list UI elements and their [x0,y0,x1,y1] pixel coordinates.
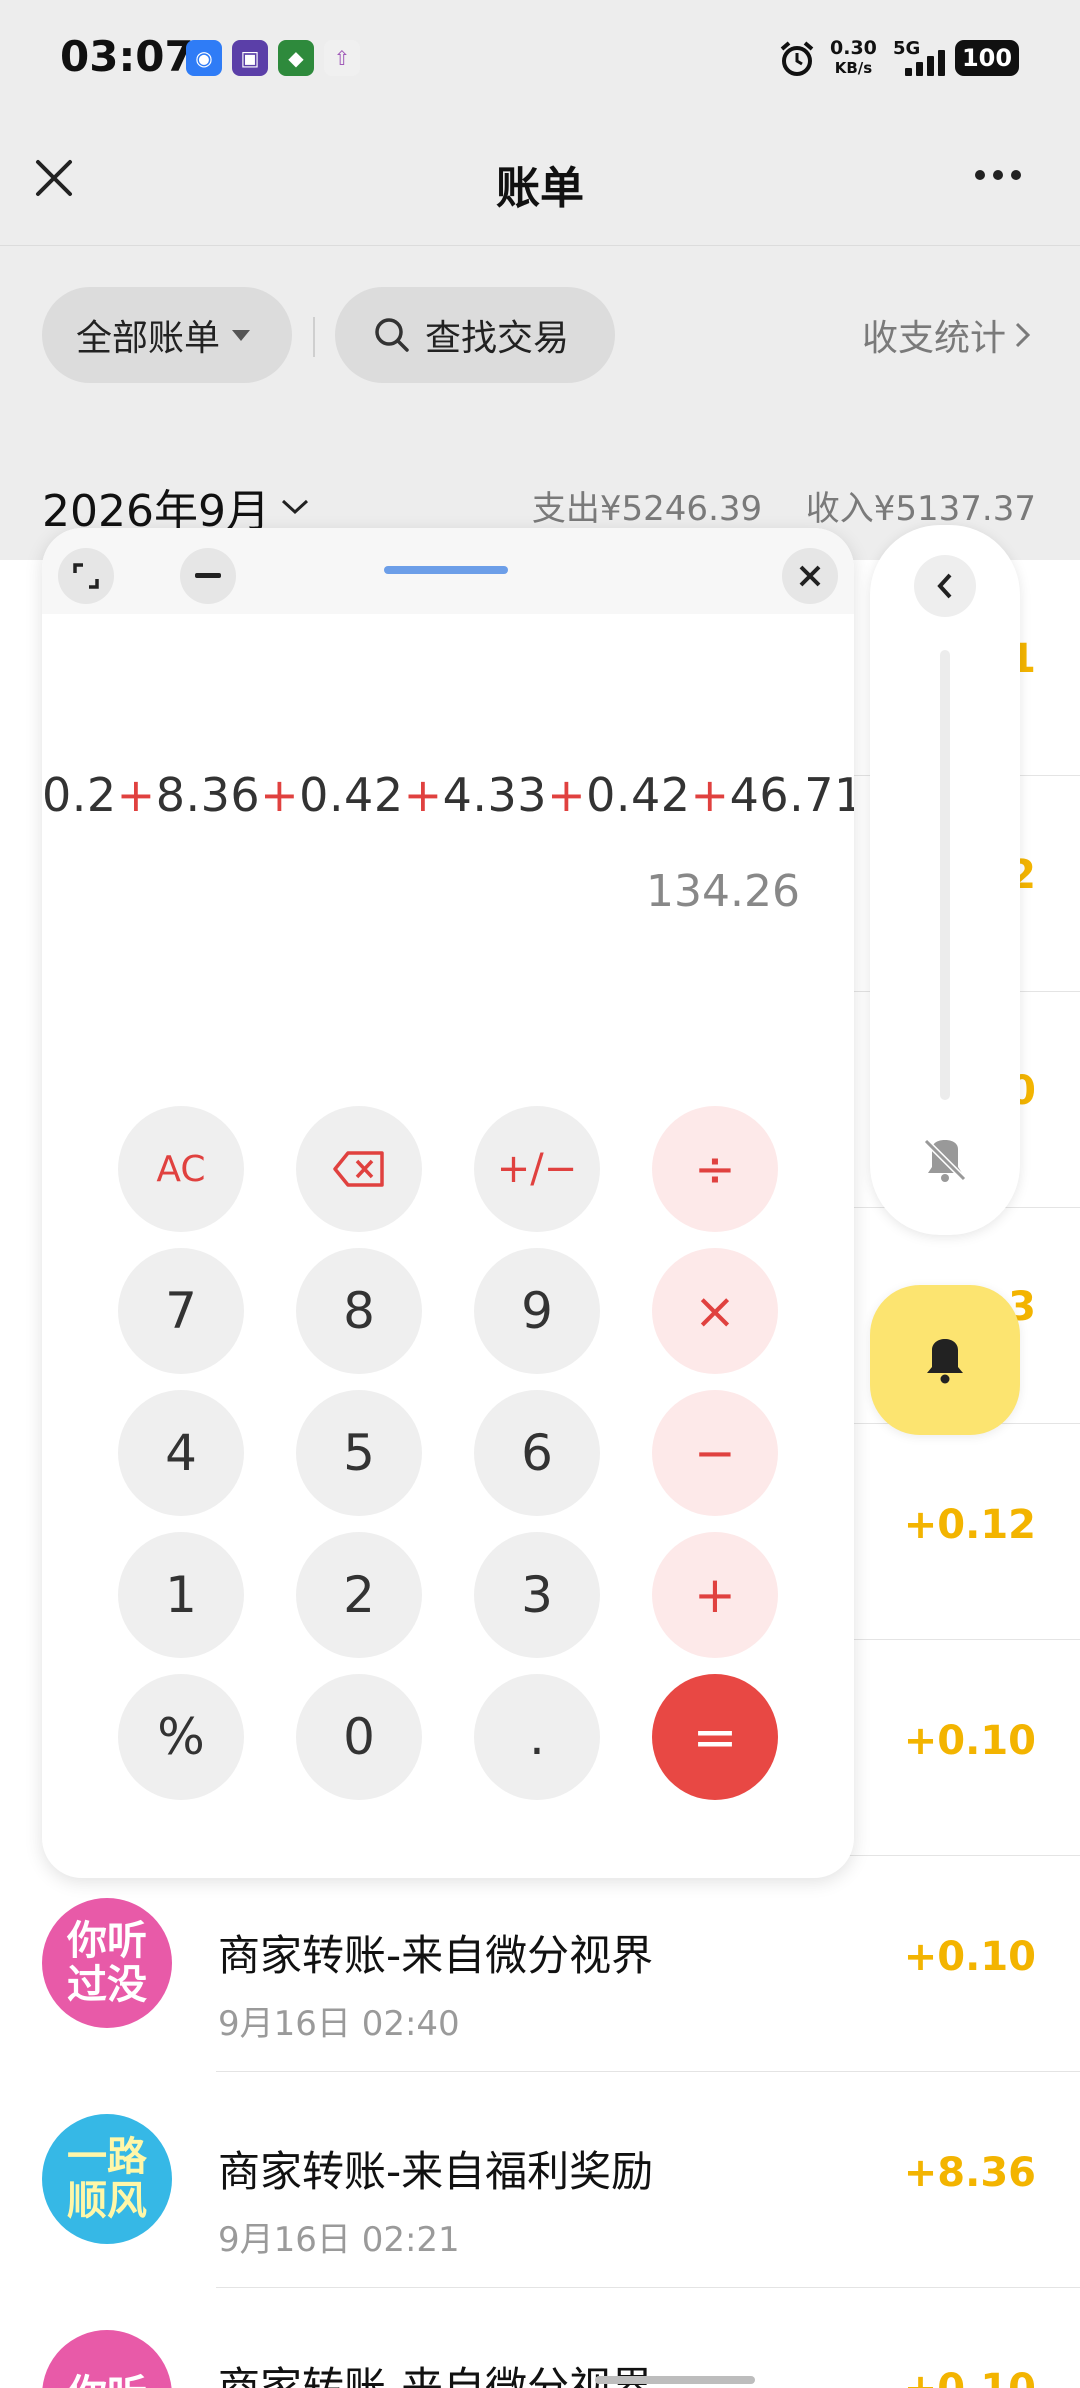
sign-toggle-button[interactable]: +/− [474,1106,600,1232]
expression-operand: 0.42 [299,768,404,822]
digit-4-button[interactable]: 4 [118,1390,244,1516]
transaction-title: 商家转账-来自福利奖励 [218,2147,654,2196]
page-title: 账单 [496,163,584,214]
search-icon [375,318,409,352]
calculator-expression: 0.2+8.36+0.42+4.33+0.42+46.71 [42,768,854,822]
expression-operator: + [690,768,730,822]
digit-9-button[interactable]: 9 [474,1248,600,1374]
hotspot-icon: ◉ [186,40,222,76]
chevron-down-icon [281,499,308,515]
decimal-button[interactable]: . [474,1674,600,1800]
transaction-amount: +8.36 [903,2150,1036,2196]
transaction-title: 商家转账-来自微分视界 [218,1931,654,1980]
search-label: 查找交易 [425,318,570,359]
home-indicator[interactable] [595,2376,755,2384]
avatar: 你听过没 [42,1898,172,2028]
backspace-button[interactable] [296,1106,422,1232]
digit-3-button[interactable]: 3 [474,1532,600,1658]
net-speed: 0.30 KB/s [830,37,877,77]
calculator-titlebar[interactable] [42,528,854,614]
filter-bar: 全部账单 查找交易 收支统计 [0,247,1080,429]
bell-icon [927,1339,963,1384]
nav-bar: 账单 [0,118,1080,246]
divide-button[interactable]: ÷ [652,1106,778,1232]
search-transactions-button[interactable]: 查找交易 [335,287,615,383]
divider [313,317,315,357]
transaction-amount: +0.10 [903,1934,1036,1980]
dropdown-caret-icon [232,329,251,341]
expression-operator: + [116,768,156,822]
app-icon: ⇧ [324,40,360,76]
signal-icon [905,48,951,76]
expression-operator: + [547,768,587,822]
battery-indicator: 100 [955,40,1019,76]
digit-6-button[interactable]: 6 [474,1390,600,1516]
month-totals: 支出¥5246.39 收入¥5137.37 [532,481,1036,530]
expand-icon[interactable] [58,548,114,604]
avatar: 你听 [42,2330,172,2388]
expense-total: 支出¥5246.39 [531,489,763,529]
digit-0-button[interactable]: 0 [296,1674,422,1800]
close-icon[interactable] [782,548,838,604]
percent-button[interactable]: % [118,1674,244,1800]
all-bills-label: 全部账单 [76,318,221,359]
more-icon[interactable] [975,170,1021,180]
transaction-amount: +0.10 [904,2366,1036,2388]
income-total: 收入¥5137.37 [805,489,1036,529]
minus-button[interactable]: − [652,1390,778,1516]
digit-5-button[interactable]: 5 [296,1390,422,1516]
list-item[interactable]: 你听 商家转账-来自微分视界 +0.10 [0,2288,1080,2388]
app-icon: ▣ [232,40,268,76]
volume-panel [870,525,1020,1235]
all-bills-dropdown[interactable]: 全部账单 [42,287,292,383]
minimize-icon[interactable] [180,548,236,604]
plus-button[interactable]: + [652,1532,778,1658]
expression-operand: 0.2 [42,768,117,822]
avatar: 一路顺风 [42,2114,172,2244]
calculator-window: 0.2+8.36+0.42+4.33+0.42+46.71 134.26 AC … [42,528,854,1878]
back-icon[interactable] [914,555,976,617]
expression-operand: 8.36 [155,768,261,822]
stats-link[interactable]: 收支统计 [862,309,1034,361]
drag-handle[interactable] [384,566,508,574]
digit-8-button[interactable]: 8 [296,1248,422,1374]
list-item[interactable]: 一路顺风 商家转账-来自福利奖励 9月16日 02:21 +8.36 [0,2072,1080,2288]
digit-7-button[interactable]: 7 [118,1248,244,1374]
chevron-right-icon [1015,322,1031,348]
backspace-icon [333,1151,384,1187]
transaction-title: 商家转账-来自微分视界 [218,2363,654,2388]
status-time: 03:07 [60,32,194,81]
bell-button[interactable] [870,1285,1020,1435]
volume-slider[interactable] [940,650,950,1100]
app-icon: ◆ [278,40,314,76]
transaction-date: 9月16日 02:40 [218,2004,460,2044]
expression-operand: 4.33 [442,768,548,822]
expression-operator: + [403,768,443,822]
mute-icon[interactable] [922,1137,968,1183]
alarm-icon [780,41,814,76]
all-clear-button[interactable]: AC [118,1106,244,1232]
transaction-date: 9月16日 02:21 [218,2220,460,2260]
equals-button[interactable]: = [652,1674,778,1800]
digit-1-button[interactable]: 1 [118,1532,244,1658]
expression-operator: + [260,768,300,822]
expression-operand: 0.42 [586,768,691,822]
status-bar: 03:07 ◉ ▣ ◆ ⇧ 0.30 KB/s 5G 100 [0,0,1080,118]
list-item[interactable]: 你听过没 商家转账-来自微分视界 9月16日 02:40 +0.10 [0,1856,1080,2072]
expression-operand: 46.71 [729,768,854,822]
calculator-result: 134.26 [646,866,800,917]
multiply-button[interactable]: × [652,1248,778,1374]
digit-2-button[interactable]: 2 [296,1532,422,1658]
